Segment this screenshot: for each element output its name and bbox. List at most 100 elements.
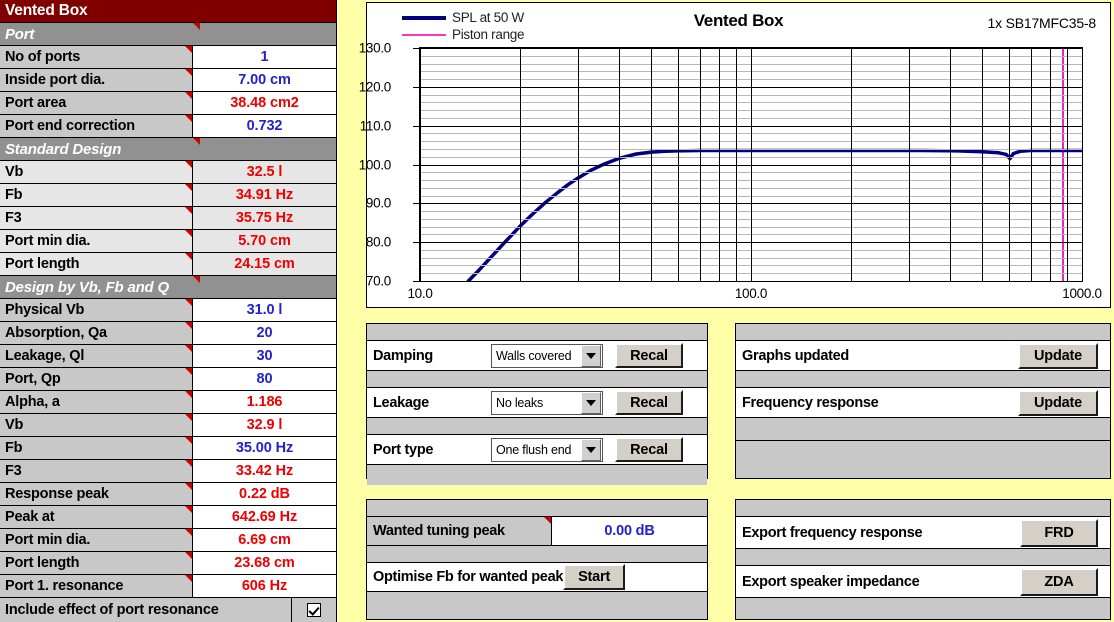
export-row: Export speaker impedance ZDA xyxy=(736,566,1110,598)
update-button[interactable]: Update xyxy=(1018,342,1098,369)
panel-spacer-bottom xyxy=(367,465,707,485)
parameter-row: Port end correction 0.732 xyxy=(0,115,336,138)
parameter-value[interactable]: 33.42 Hz xyxy=(193,460,336,482)
parameter-label: Vb xyxy=(0,161,193,183)
dropdown-selected-value: One flush end xyxy=(496,442,572,457)
parameter-value[interactable]: 1.186 xyxy=(193,391,336,413)
recal-button[interactable]: Recal xyxy=(615,343,683,368)
parameter-value[interactable]: 642.69 Hz xyxy=(193,506,336,528)
parameter-value[interactable]: 35.00 Hz xyxy=(193,437,336,459)
panel-spacer-bottom xyxy=(367,592,707,608)
optimise-fb-row: Optimise Fb for wanted peak Start xyxy=(367,563,707,592)
gridline-v xyxy=(851,48,852,281)
parameter-value[interactable]: 23.68 cm xyxy=(193,552,336,574)
include-port-resonance-checkbox[interactable] xyxy=(307,603,321,617)
y-axis-tick-label: 70.0 xyxy=(365,273,391,289)
tuning-panel: Wanted tuning peak 0.00 dB Optimise Fb f… xyxy=(366,499,708,620)
parameter-row: Alpha, a 1.186 xyxy=(0,391,336,414)
export-frd-button[interactable]: FRD xyxy=(1020,518,1098,547)
vented-box-app: Vented Box Port No of ports 1 Inside port di… xyxy=(0,0,1114,622)
parameter-label: Fb xyxy=(0,184,193,206)
parameter-value[interactable]: 32.9 l xyxy=(193,414,336,436)
include-port-resonance-checkbox-cell[interactable] xyxy=(291,598,336,622)
parameter-value[interactable]: 6.69 cm xyxy=(193,529,336,551)
parameter-row: Leakage, Ql 30 xyxy=(0,345,336,368)
parameter-value[interactable]: 1 xyxy=(193,46,336,68)
parameter-value[interactable]: 38.48 cm2 xyxy=(193,92,336,114)
y-axis-tick-mark xyxy=(413,242,419,243)
parameter-value[interactable]: 20 xyxy=(193,322,336,344)
window-title-bar: Vented Box xyxy=(0,0,336,23)
panel-spacer xyxy=(736,500,1110,517)
optimise-fb-label: Optimise Fb for wanted peak xyxy=(373,569,564,585)
dropdown-selected-value: No leaks xyxy=(496,395,544,410)
export-row-label: Export speaker impedance xyxy=(742,573,920,590)
parameter-label: Physical Vb xyxy=(0,299,193,321)
parameter-value[interactable]: 606 Hz xyxy=(193,575,336,597)
parameter-row: Port length 23.68 cm xyxy=(0,552,336,575)
gridline-v xyxy=(982,48,983,281)
chevron-down-icon[interactable] xyxy=(581,344,601,367)
parameter-value[interactable]: 32.5 l xyxy=(193,161,336,183)
section-header: Port xyxy=(0,23,336,46)
parameter-value[interactable]: 31.0 l xyxy=(193,299,336,321)
panel-spacer xyxy=(367,371,707,388)
parameter-value[interactable]: 5.70 cm xyxy=(193,230,336,252)
parameter-row: Port, Qp 80 xyxy=(0,368,336,391)
export-zda-button[interactable]: ZDA xyxy=(1020,567,1098,596)
parameter-row: F3 35.75 Hz xyxy=(0,207,336,230)
row-filler xyxy=(1098,517,1110,548)
gridline-v xyxy=(619,48,620,281)
parameter-row: Vb 32.9 l xyxy=(0,414,336,437)
gridline-v xyxy=(751,48,752,281)
gridline-v xyxy=(420,48,421,281)
y-axis-tick-mark xyxy=(413,203,419,204)
parameter-value[interactable]: 30 xyxy=(193,345,336,367)
parameter-label: Alpha, a xyxy=(0,391,193,413)
parameter-value[interactable]: 24.15 cm xyxy=(193,253,336,275)
start-button[interactable]: Start xyxy=(563,564,626,590)
panel-spacer xyxy=(367,418,707,435)
row-filler xyxy=(625,563,707,591)
gridline-v xyxy=(651,48,652,281)
y-axis-tick-label: 120.0 xyxy=(358,79,392,95)
parameter-value[interactable]: 0.732 xyxy=(193,115,336,137)
gridline-v xyxy=(719,48,720,281)
parameter-row: No of ports 1 xyxy=(0,46,336,69)
chevron-down-icon[interactable] xyxy=(581,438,601,461)
gridline-v xyxy=(1050,48,1051,281)
row-filler xyxy=(1098,388,1110,417)
panel-spacer-bottom xyxy=(736,598,1110,614)
wanted-tuning-peak-value[interactable]: 0.00 dB xyxy=(552,517,707,545)
dropdown-port-type[interactable]: One flush end xyxy=(491,437,603,462)
panel-blank-row xyxy=(736,418,1110,441)
x-axis-tick-label: 100.0 xyxy=(734,286,768,301)
recal-button[interactable]: Recal xyxy=(615,390,683,415)
gridline-major-h xyxy=(420,281,1082,282)
y-axis-tick-mark xyxy=(413,126,419,127)
gridline-v xyxy=(578,48,579,281)
panel-spacer xyxy=(736,324,1110,341)
damping-row: Leakage No leaks Recal xyxy=(367,388,707,418)
damping-row: Port type One flush end Recal xyxy=(367,435,707,465)
dropdown-leakage[interactable]: No leaks xyxy=(491,390,603,415)
parameter-value[interactable]: 80 xyxy=(193,368,336,390)
row-filler xyxy=(683,388,707,417)
damping-row-label: Damping xyxy=(373,347,433,364)
parameter-row: Port min dia. 6.69 cm xyxy=(0,529,336,552)
chevron-down-icon[interactable] xyxy=(581,391,601,414)
y-axis-tick-label: 90.0 xyxy=(365,195,391,211)
parameter-label: Absorption, Qa xyxy=(0,322,193,344)
recal-button[interactable]: Recal xyxy=(615,437,683,462)
update-button[interactable]: Update xyxy=(1018,389,1098,416)
spl-chart-panel: SPL at 50 W Piston range Vented Box 1x S… xyxy=(359,2,1111,308)
parameter-value[interactable]: 35.75 Hz xyxy=(193,207,336,229)
parameter-value[interactable]: 34.91 Hz xyxy=(193,184,336,206)
dropdown-damping[interactable]: Walls covered xyxy=(491,343,603,368)
parameter-value[interactable]: 0.22 dB xyxy=(193,483,336,505)
parameter-label: Port 1. resonance xyxy=(0,575,193,597)
gridline-v xyxy=(1009,48,1010,281)
x-axis-tick-label: 10.0 xyxy=(407,286,433,301)
parameter-value[interactable]: 7.00 cm xyxy=(193,69,336,91)
y-axis-tick-label: 110.0 xyxy=(359,118,392,134)
